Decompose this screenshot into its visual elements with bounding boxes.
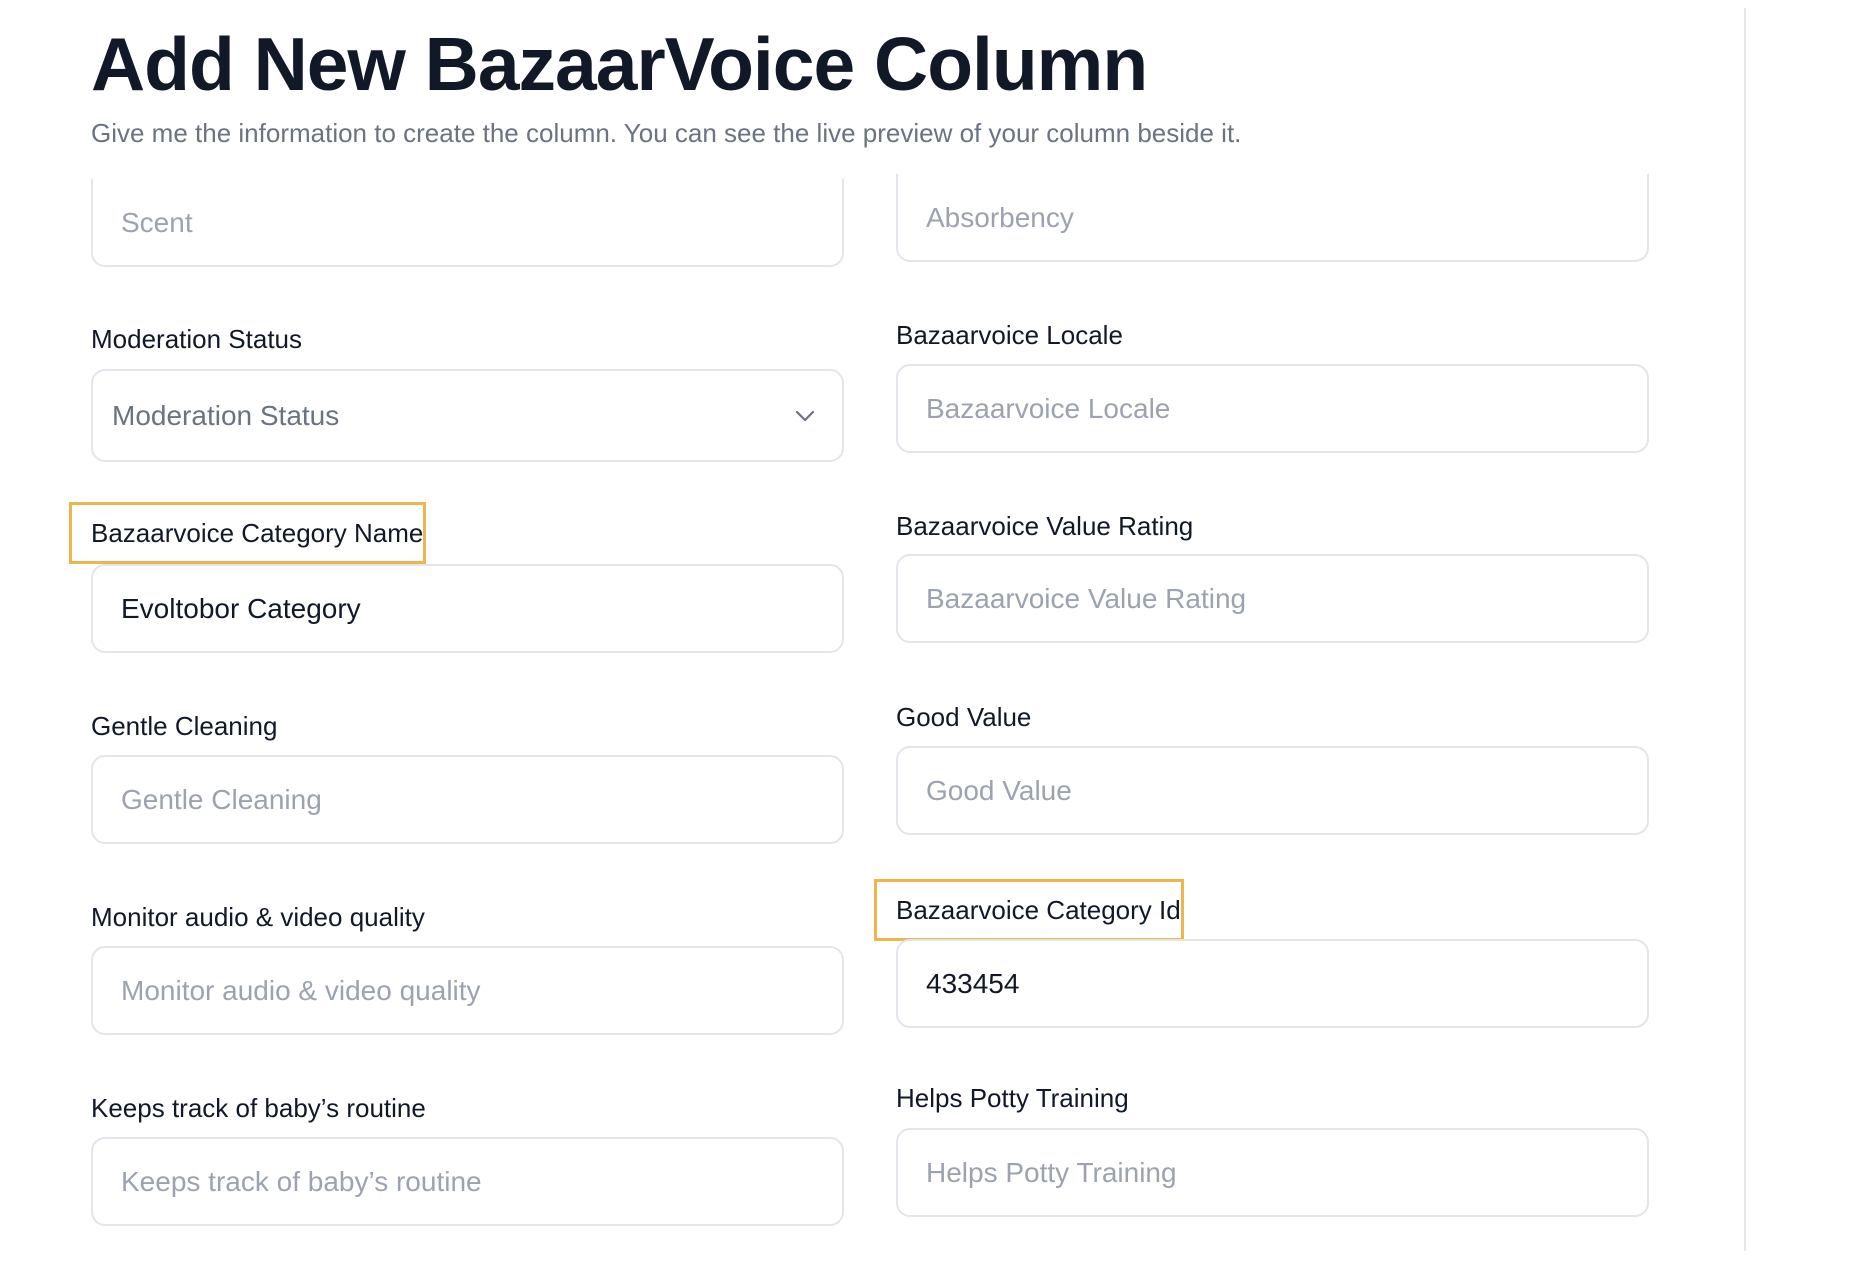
- potty-training-input[interactable]: [896, 1128, 1649, 1217]
- monitor-quality-label: Monitor audio & video quality: [91, 902, 425, 932]
- good-value-label: Good Value: [896, 702, 1032, 732]
- value-rating-input[interactable]: [896, 554, 1649, 643]
- chevron-down-icon: [795, 410, 815, 422]
- category-id-input[interactable]: [896, 939, 1649, 1028]
- page-title: Add New BazaarVoice Column: [91, 22, 1148, 106]
- value-rating-label: Bazaarvoice Value Rating: [896, 511, 1194, 541]
- locale-label: Bazaarvoice Locale: [896, 320, 1123, 350]
- good-value-input[interactable]: [896, 746, 1649, 835]
- baby-routine-label: Keeps track of baby’s routine: [91, 1093, 426, 1123]
- moderation-status-selected: Moderation Status: [112, 399, 340, 431]
- gentle-cleaning-input[interactable]: [91, 755, 844, 844]
- category-name-label: Bazaarvoice Category Name: [69, 502, 427, 564]
- potty-training-label: Helps Potty Training: [896, 1083, 1129, 1113]
- gentle-cleaning-label: Gentle Cleaning: [91, 711, 278, 741]
- baby-routine-input[interactable]: [91, 1137, 844, 1226]
- moderation-status-select[interactable]: Moderation Status: [91, 369, 844, 462]
- locale-input[interactable]: [896, 364, 1649, 453]
- absorbency-input[interactable]: [896, 173, 1649, 262]
- category-id-label: Bazaarvoice Category Id: [874, 879, 1184, 941]
- preview-divider: [1744, 8, 1746, 1251]
- moderation-status-label: Moderation Status: [91, 324, 303, 354]
- scent-input[interactable]: [91, 178, 844, 267]
- page-subtitle: Give me the information to create the co…: [91, 118, 1242, 148]
- monitor-quality-input[interactable]: [91, 946, 844, 1035]
- category-name-input[interactable]: [91, 564, 844, 653]
